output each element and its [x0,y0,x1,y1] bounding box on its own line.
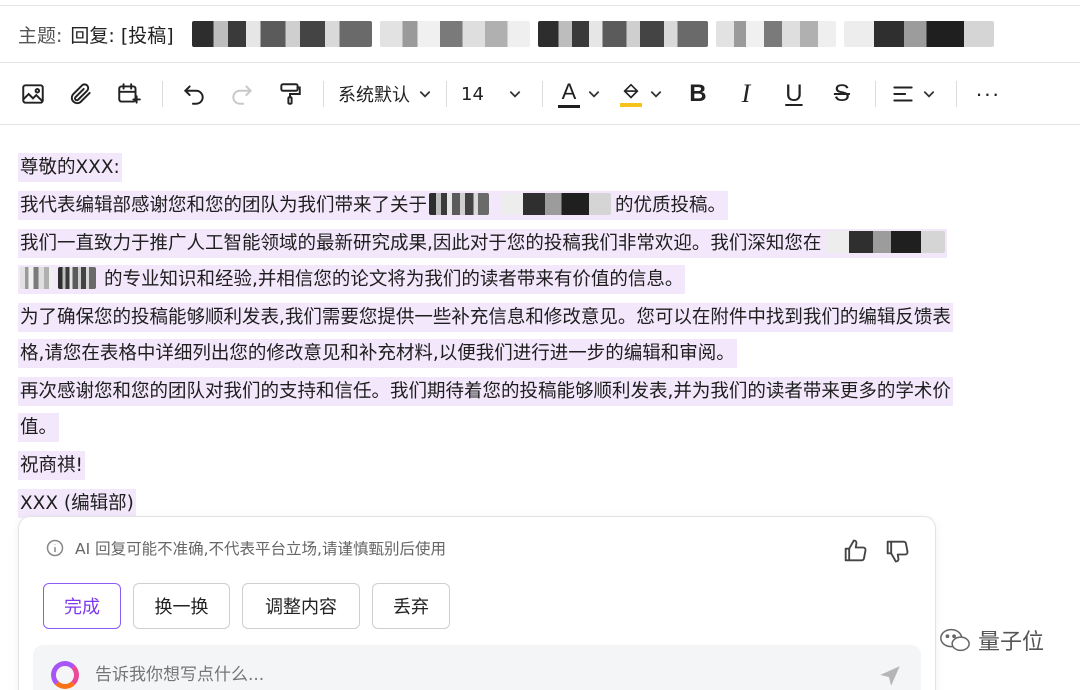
chevron-down-icon [588,91,600,98]
send-icon[interactable] [877,663,903,689]
align-button[interactable] [890,81,936,107]
paragraph-1-end: 的优质投稿。 [615,195,727,216]
more-options-button[interactable]: ··· [971,77,1005,111]
paragraph-2-start: 我们一直致力于推广人工智能领域的最新研究成果,因此对于您的投稿我们非常欢迎。我们… [20,233,822,254]
strikethrough-button[interactable]: S [825,77,859,111]
paragraph-2-line-2: 的专业知识和经验,并相信您的论文将为我们的读者带来有价值的信息。 [18,262,1048,298]
italic-button[interactable]: I [729,77,763,111]
font-size-value: 14 [461,83,484,105]
paragraph-3-line-2: 格,请您在表格中详细列出您的修改意见和补充材料,以便我们进行进一步的编辑和审阅。 [18,336,1048,372]
paragraph-2-end: 的专业知识和经验,并相信您的论文将为我们的读者带来有价值的信息。 [104,269,684,290]
font-color-swatch [557,104,580,108]
regenerate-button[interactable]: 换一换 [133,583,230,629]
toolbar-separator [162,81,163,107]
toolbar-separator [874,81,876,107]
ai-disclaimer-text: AI 回复可能不准确,不代表平台立场,请谨慎甄别后使用 [75,540,446,558]
closing-line: 祝商祺! [18,448,1048,484]
paragraph-1-start: 我代表编辑部感谢您和您的团队为我们带来了关于 [20,195,428,216]
redacted-topic [501,193,612,215]
subject-divider [0,62,1080,63]
greeting: 尊敬的XXX: [18,153,122,182]
font-family-select[interactable]: 系统默认 [338,81,432,107]
chevron-down-icon [650,91,662,98]
ai-prompt-box [33,645,921,690]
toolbar-divider [0,124,1080,125]
discard-button[interactable]: 丢弃 [372,583,450,629]
feedback-buttons [827,537,911,565]
paragraph-1-text: 我代表编辑部感谢您和您的团队为我们带来了关于 的优质投稿。 [18,191,729,220]
subject-row: 主题: 回复: [投稿] [0,8,1080,60]
font-color-button[interactable]: A [557,80,601,108]
ai-action-buttons: 完成 换一换 调整内容 丢弃 [43,583,462,629]
subject-label: 主题: [18,24,63,47]
highlight-swatch [619,102,642,107]
highlight-color-button[interactable] [619,82,663,107]
insert-calendar-icon[interactable] [112,77,146,111]
redacted-field [58,267,96,289]
paragraph-3-line-1: 为了确保您的投稿能够顺利发表,我们需要您提供一些补充信息和修改意见。您可以在附件… [18,300,1048,336]
redacted-subject-part [715,21,836,47]
toolbar-separator [541,81,543,107]
chevron-down-icon [923,91,935,98]
ai-logo-icon [51,661,79,689]
paragraph-3-text-continued: 格,请您在表格中详细列出您的修改意见和补充材料,以便我们进行进一步的编辑和审阅。 [18,339,737,368]
greeting-line: 尊敬的XXX: [18,150,1048,186]
redacted-subject-part [843,21,994,47]
paragraph-2-text: 我们一直致力于推广人工智能领域的最新研究成果,因此对于您的投稿我们非常欢迎。我们… [18,229,948,258]
redacted-field [20,267,54,289]
redacted-subject-part [537,21,708,47]
paragraph-3-text: 为了确保您的投稿能够顺利发表,我们需要您提供一些补充信息和修改意见。您可以在附件… [18,303,953,332]
ai-prompt-input[interactable] [95,665,855,685]
closing: 祝商祺! [18,451,85,480]
redacted-topic [429,193,490,215]
format-painter-icon[interactable] [273,77,307,111]
ai-assistant-panel: AI 回复可能不准确,不代表平台立场,请谨慎甄别后使用 完成 换一换 调整内容 … [18,516,936,690]
info-icon [46,539,64,557]
insert-image-icon[interactable] [16,77,50,111]
redo-icon[interactable] [225,77,259,111]
watermark-text: 量子位 [977,630,1044,655]
window-top-edge [0,0,1080,6]
format-toolbar: 系统默认 14 A B I U S ··· [0,66,1080,122]
chevron-down-icon [419,91,431,98]
font-color-icon: A [557,80,581,108]
paragraph-4-line-1: 再次感谢您和您的团队对我们的支持和信任。我们期待着您的投稿能够顺利发表,并为我们… [18,374,1048,410]
redacted-field [825,231,946,253]
paragraph-4-text: 再次感谢您和您的团队对我们的支持和信任。我们期待着您的投稿能够顺利发表,并为我们… [18,377,953,406]
font-family-value: 系统默认 [338,85,410,106]
paragraph-2-text-continued: 的专业知识和经验,并相信您的论文将为我们的读者带来有价值的信息。 [18,265,686,294]
paragraph-4-line-2: 值。 [18,410,1048,446]
wechat-icon [940,628,970,652]
thumbs-up-icon[interactable] [841,537,869,565]
attachment-icon[interactable] [64,77,98,111]
paint-bucket-icon [619,82,643,107]
bold-button[interactable]: B [681,77,715,111]
paragraph-4-text-continued: 值。 [18,413,60,442]
signature: XXX (编辑部) [18,489,136,518]
thumbs-down-icon[interactable] [883,537,911,565]
font-size-select[interactable]: 14 [461,84,522,105]
paragraph-2-line-1: 我们一直致力于推广人工智能领域的最新研究成果,因此对于您的投稿我们非常欢迎。我们… [18,226,1048,262]
chevron-down-icon [509,91,521,98]
toolbar-separator [323,81,324,107]
ai-disclaimer: AI 回复可能不准确,不代表平台立场,请谨慎甄别后使用 [45,537,446,559]
underline-button[interactable]: U [777,77,811,111]
align-left-icon [893,86,913,102]
adjust-content-button[interactable]: 调整内容 [242,583,360,629]
subject-text[interactable]: [投稿] [121,21,174,48]
subject-reply-prefix: 回复: [70,24,115,47]
toolbar-separator [446,81,447,107]
toolbar-separator [955,81,957,107]
done-button[interactable]: 完成 [43,583,121,629]
watermark: 量子位 [938,624,1044,656]
undo-icon[interactable] [177,77,211,111]
paragraph-1: 我代表编辑部感谢您和您的团队为我们带来了关于 的优质投稿。 [18,188,1048,224]
redacted-subject-part [379,21,530,47]
email-body[interactable]: 尊敬的XXX: 我代表编辑部感谢您和您的团队为我们带来了关于 的优质投稿。 我们一… [18,150,1048,522]
redacted-subject-part [191,21,372,47]
